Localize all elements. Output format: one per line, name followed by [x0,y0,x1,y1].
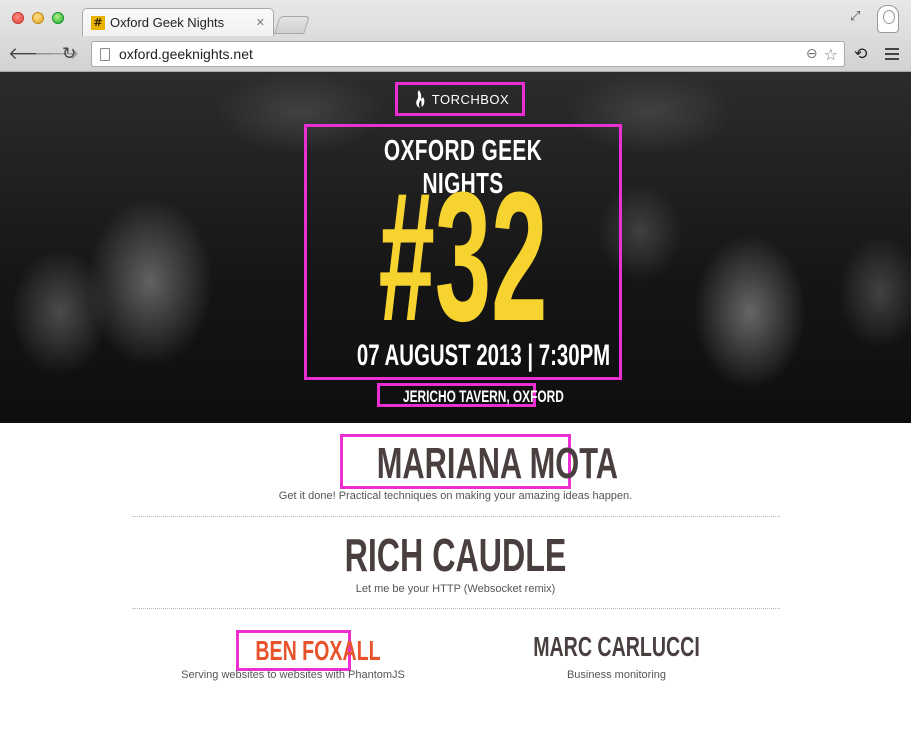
favicon-icon: # [91,15,105,30]
speaker-marc-carlucci[interactable]: MARC CARLUCCI [521,631,712,663]
talk-title: Business monitoring [566,669,667,681]
tab-close-icon[interactable]: ✕ [256,16,265,29]
talk-title: Serving websites to websites with Phanto… [181,669,405,681]
talk-title: Get it done! Practical techniques on mak… [278,490,633,502]
venue-link[interactable]: JERICHO TAVERN, OXFORD [377,383,564,407]
close-window-button[interactable] [12,12,24,24]
speaker-ben-foxall[interactable]: BEN FOXALL [236,630,381,671]
tab-title: Oxford Geek Nights [110,15,225,30]
resize-icon[interactable]: ⤢ [850,9,860,24]
speaker-name: BEN FOXALL [255,635,381,666]
star-icon[interactable]: ☆ [824,45,838,64]
speaker-rich-caudle[interactable]: RICH CAUDLE [137,528,775,582]
speaker-name: MARIANA MOTA [376,439,618,488]
url-text[interactable]: oxford.geeknights.net [119,46,806,62]
event-datetime: 07 AUGUST 2013 | 7:30PM [356,339,611,372]
sponsor-name: TORCHBOX [431,91,510,107]
divider [132,516,780,517]
zoom-icon[interactable]: ⊖ [806,46,818,62]
talk-title: Let me be your HTTP (Websocket remix) [355,583,556,595]
browser-chrome: # Oxford Geek Nights ✕ ⤢ 🡐 🡒 ↻ oxford.ge… [0,0,911,72]
menu-icon[interactable] [885,45,899,63]
venue-name: JERICHO TAVERN, OXFORD [402,387,564,406]
sponsor-logo[interactable]: TORCHBOX [395,82,525,116]
page-icon [100,47,110,61]
extension-icon[interactable]: ⟲ [854,44,867,63]
event-title-block: OXFORD GEEK NIGHTS #32 07 AUGUST 2013 | … [304,124,622,380]
divider [132,608,780,609]
minimize-window-button[interactable] [32,12,44,24]
hero-banner: TORCHBOX OXFORD GEEK NIGHTS #32 07 AUGUS… [0,72,911,423]
profile-icon[interactable] [877,5,899,33]
browser-toolbar: 🡐 🡒 ↻ oxford.geeknights.net ⊖ ☆ ⟲ [0,38,911,71]
address-bar[interactable]: oxford.geeknights.net ⊖ ☆ [91,41,845,67]
torch-icon [415,90,425,108]
speaker-mariana-mota[interactable]: MARIANA MOTA [340,434,618,489]
browser-tab[interactable]: # Oxford Geek Nights ✕ [82,8,274,36]
reload-icon[interactable]: ↻ [62,42,76,66]
event-number: #32 [378,153,548,359]
maximize-window-button[interactable] [52,12,64,24]
new-tab-button[interactable] [274,16,310,34]
